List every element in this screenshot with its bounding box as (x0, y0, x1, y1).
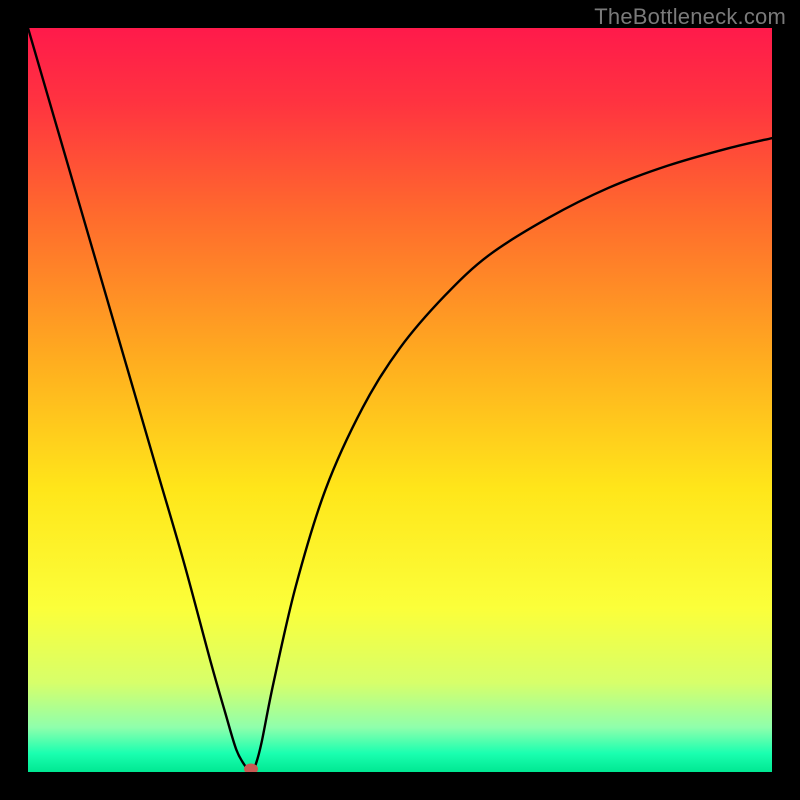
optimal-point-marker (244, 764, 258, 772)
chart-frame: TheBottleneck.com (0, 0, 800, 800)
plot-area (28, 28, 772, 772)
bottleneck-curve (28, 28, 772, 772)
watermark-text: TheBottleneck.com (594, 4, 786, 30)
